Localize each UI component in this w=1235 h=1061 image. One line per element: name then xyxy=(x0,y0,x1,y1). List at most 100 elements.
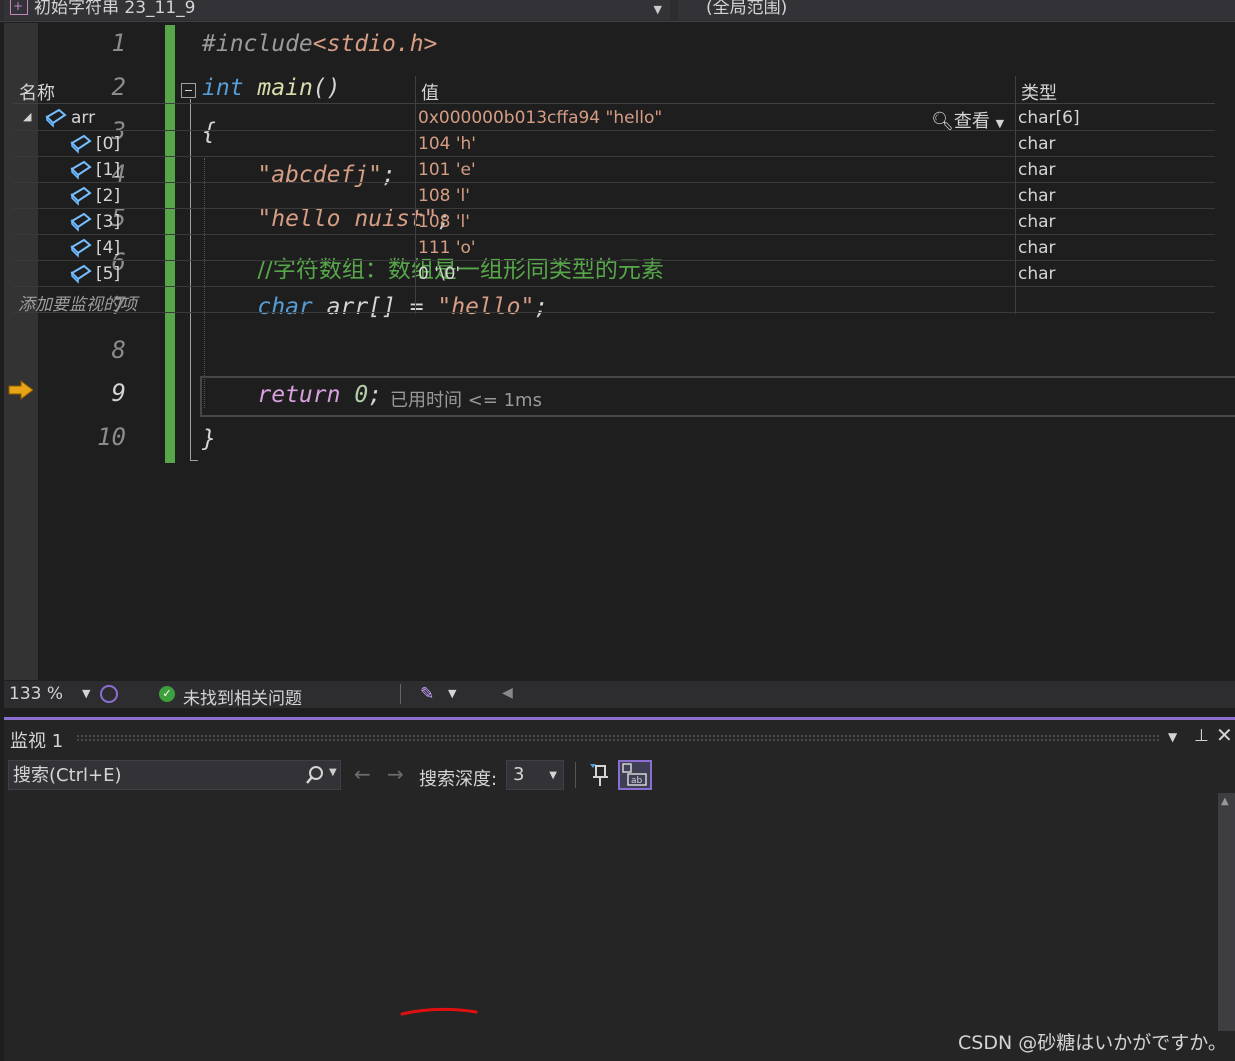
zoom-level[interactable]: 133 % xyxy=(9,684,63,704)
watch-row[interactable]: [0] 104 'h' char xyxy=(13,131,1215,157)
element-value[interactable]: 104 'h' xyxy=(418,134,476,154)
element-index: [2] xyxy=(96,186,121,206)
project-icon xyxy=(10,0,28,16)
element-value[interactable]: 101 'e' xyxy=(418,160,476,180)
element-type: char xyxy=(1018,160,1056,180)
editor-status-bar: 133 % ▼ ✓ 未找到相关问题 ✎ ▼ ◀ xyxy=(4,681,1235,709)
red-underline-annotation xyxy=(400,1007,478,1016)
search-input[interactable] xyxy=(13,763,293,787)
member-scope-dropdown[interactable]: (全局范围) xyxy=(678,0,1235,20)
watch-titlebar: 监视 1 ▼ ⊥ ✕ xyxy=(4,720,1235,756)
member-scope-label: (全局范围) xyxy=(706,0,788,18)
column-header-value[interactable]: 值 xyxy=(421,79,439,105)
variable-icon xyxy=(70,160,92,180)
watermark: CSDN @砂糖はいかがですか。 xyxy=(958,1032,1227,1054)
drag-grip[interactable] xyxy=(76,734,1160,742)
variable-name: arr xyxy=(71,108,96,128)
variable-icon xyxy=(70,212,92,232)
arrow-right-icon[interactable]: → xyxy=(387,762,404,786)
chevron-down-icon[interactable]: ▼ xyxy=(654,0,662,20)
intellicode-icon[interactable] xyxy=(100,685,118,703)
watch-row[interactable]: [5] 0 '\0' char xyxy=(13,261,1215,287)
chevron-down-icon[interactable]: ▼ xyxy=(448,687,456,700)
element-index: [0] xyxy=(96,134,121,154)
close-icon[interactable]: ✕ xyxy=(1216,723,1233,747)
magnifier-icon: 🔍︎ xyxy=(931,111,954,132)
search-depth-select[interactable]: 3 ▼ xyxy=(506,760,564,790)
element-type: char xyxy=(1018,264,1056,284)
chevron-down-icon[interactable]: ▼ xyxy=(549,770,557,781)
variable-icon xyxy=(70,238,92,258)
code-cleanup-icon[interactable]: ✎ xyxy=(420,684,434,704)
watch-row[interactable]: [3] 108 'l' char xyxy=(13,209,1215,235)
add-watch-placeholder[interactable]: 添加要监视的项 xyxy=(18,290,137,315)
element-value[interactable]: 108 'l' xyxy=(418,186,470,206)
watch-grid: 名称 值 类型 ◢ arr 0x000000b013cffa94 "hello"… xyxy=(13,76,1215,315)
grid-header: 名称 值 类型 xyxy=(13,76,1215,104)
line-number: 8 xyxy=(111,336,126,364)
variable-icon xyxy=(70,264,92,284)
execution-pointer-icon xyxy=(8,380,34,400)
chevron-down-icon[interactable]: ▼ xyxy=(82,687,90,700)
element-type: char xyxy=(1018,212,1056,232)
search-depth-label: 搜索深度: xyxy=(419,769,498,790)
hex-display-icon: ab xyxy=(622,763,647,786)
perf-tip: 已用时间 <= 1ms xyxy=(390,390,542,411)
line-number-current: 9 xyxy=(111,379,126,407)
watch-toolbar: ▼ ← → 搜索深度: 3 ▼ ab xyxy=(4,756,1235,794)
element-value[interactable]: 108 'l' xyxy=(418,212,470,232)
navigation-bar: 初始字符串 23_11_9 ▼ (全局范围) xyxy=(0,0,1235,22)
pin-window-icon[interactable]: ⊥ xyxy=(1194,726,1209,746)
scroll-left-icon[interactable]: ◀ xyxy=(502,685,513,701)
divider xyxy=(575,762,576,788)
search-box[interactable]: ▼ xyxy=(8,760,341,790)
watch-row-root[interactable]: ◢ arr 0x000000b013cffa94 "hello" 🔍︎查看 ▼ … xyxy=(13,105,1215,133)
variable-value[interactable]: 0x000000b013cffa94 "hello" xyxy=(418,108,662,128)
element-value[interactable]: 111 'o' xyxy=(418,238,476,258)
element-index: [4] xyxy=(96,238,121,258)
line-number: 1 xyxy=(111,29,126,57)
element-type: char xyxy=(1018,238,1056,258)
column-header-type[interactable]: 类型 xyxy=(1021,79,1057,105)
variable-icon xyxy=(70,134,92,154)
divider xyxy=(400,684,401,704)
variable-icon xyxy=(70,186,92,206)
code-line-9[interactable]: return 0; xyxy=(202,382,382,408)
chevron-down-icon[interactable]: ▼ xyxy=(329,767,337,778)
expand-arrow-icon[interactable]: ◢ xyxy=(23,110,31,123)
pin-icon[interactable] xyxy=(588,762,612,788)
issues-status[interactable]: 未找到相关问题 xyxy=(183,684,302,709)
close-brace: } xyxy=(202,426,216,452)
element-type: char xyxy=(1018,134,1056,154)
column-header-name[interactable]: 名称 xyxy=(19,79,55,105)
arrow-left-icon[interactable]: ← xyxy=(354,762,371,786)
file-scope-dropdown[interactable]: 初始字符串 23_11_9 ▼ xyxy=(4,0,670,20)
line-number: 10 xyxy=(97,423,126,451)
element-index: [1] xyxy=(96,160,121,180)
window-options-icon[interactable]: ▼ xyxy=(1168,730,1177,744)
variable-icon xyxy=(45,108,67,128)
add-watch-row[interactable]: 添加要监视的项 xyxy=(13,287,1215,315)
view-visualizer-button[interactable]: 🔍︎查看 ▼ xyxy=(931,107,1004,133)
code-line-1[interactable]: #include<stdio.h> xyxy=(202,31,437,57)
include-header: <stdio.h> xyxy=(312,31,438,57)
hex-display-toggle[interactable]: ab xyxy=(618,760,652,790)
search-icon[interactable] xyxy=(305,765,325,785)
vertical-scrollbar[interactable] xyxy=(1218,793,1235,1031)
chevron-down-icon[interactable]: ▼ xyxy=(996,117,1004,130)
semicolon: ; xyxy=(368,382,383,408)
file-scope-label: 初始字符串 23_11_9 xyxy=(34,0,196,18)
code-line-10[interactable]: } xyxy=(202,426,216,452)
watch-title: 监视 1 xyxy=(10,731,64,752)
svg-text:ab: ab xyxy=(631,776,643,786)
element-index: [5] xyxy=(96,264,121,284)
scroll-up-icon[interactable]: ▲ xyxy=(1221,796,1229,807)
view-label: 查看 xyxy=(953,111,990,132)
element-index: [3] xyxy=(96,212,121,232)
watch-row[interactable]: [2] 108 'l' char xyxy=(13,183,1215,209)
watch-row[interactable]: [4] 111 'o' char xyxy=(13,235,1215,261)
number-literal: 0 xyxy=(340,382,369,408)
search-depth-value: 3 xyxy=(513,764,525,785)
element-value[interactable]: 0 '\0' xyxy=(418,264,460,284)
watch-row[interactable]: [1] 101 'e' char xyxy=(13,157,1215,183)
